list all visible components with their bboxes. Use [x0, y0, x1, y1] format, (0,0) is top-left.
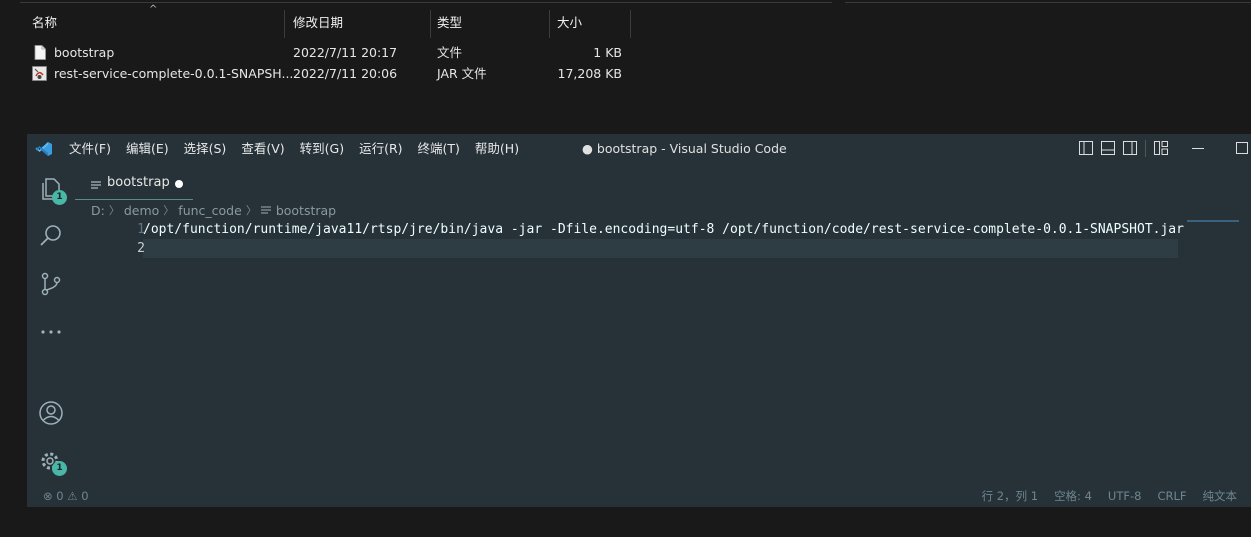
problems-status[interactable]: ⊗ 0 ⚠ 0 [43, 485, 89, 507]
minimize-icon[interactable] [1191, 141, 1205, 155]
plaintext-file-icon [260, 206, 271, 214]
search-activity[interactable] [38, 223, 64, 249]
file-icon [34, 45, 46, 60]
explorer-activity[interactable]: 1 [38, 176, 67, 205]
menu-edit[interactable]: 编辑(E) [126, 134, 177, 164]
plaintext-file-icon [91, 181, 101, 189]
window-title: ● bootstrap - Visual Studio Code [582, 141, 787, 156]
chevron-right-icon: 〉 [108, 204, 120, 217]
file-type: 文件 [437, 45, 463, 60]
column-header-type[interactable]: 类型 [431, 8, 549, 38]
manage-activity[interactable]: 1 [38, 449, 67, 476]
breadcrumb-drive[interactable]: D: [91, 203, 105, 218]
more-icon [41, 330, 61, 334]
jar-file-icon [32, 66, 47, 81]
column-separator[interactable] [549, 10, 550, 38]
menu-run[interactable]: 运行(R) [359, 134, 410, 164]
menu-bar: 文件(F) 编辑(E) 选择(S) 查看(V) 转到(G) 运行(R) 终端(T… [69, 134, 534, 164]
column-header-size[interactable]: 大小 [551, 8, 631, 38]
current-line-highlight [143, 239, 1178, 258]
line-number: 2 [137, 241, 145, 256]
source-control-activity[interactable] [38, 271, 64, 297]
column-separator[interactable] [284, 10, 285, 38]
explorer-divider [20, 0, 832, 3]
accounts-activity[interactable] [38, 400, 64, 426]
breadcrumb: D: 〉 demo 〉 func_code 〉 bootstrap [91, 201, 336, 219]
toggle-panel-icon[interactable] [1101, 141, 1115, 155]
file-size: 1 KB [593, 45, 622, 60]
file-date: 2022/7/11 20:06 [293, 66, 398, 81]
activity-bar: 1 1 [27, 164, 75, 487]
cursor-position-status[interactable]: 行 2，列 1 [982, 485, 1038, 507]
unsaved-dot-icon[interactable] [175, 180, 183, 188]
maximize-icon[interactable] [1235, 141, 1249, 155]
breadcrumb-func-code[interactable]: func_code [178, 203, 242, 218]
line-number: 1 [137, 222, 145, 237]
status-bar: ⊗ 0 ⚠ 0 行 2，列 1 空格: 4 UTF-8 CRLF 纯文本 [27, 485, 1251, 507]
language-mode-status[interactable]: 纯文本 [1203, 485, 1238, 507]
menu-view[interactable]: 查看(V) [241, 134, 292, 164]
indentation-status[interactable]: 空格: 4 [1054, 485, 1092, 507]
file-row-bootstrap[interactable]: bootstrap 2022/7/11 20:17 文件 1 KB [30, 43, 630, 63]
customize-layout-icon[interactable] [1154, 141, 1168, 155]
settings-badge: 1 [52, 461, 67, 476]
toggle-secondary-sidebar-icon[interactable] [1123, 141, 1137, 155]
menu-help[interactable]: 帮助(H) [475, 134, 527, 164]
file-size: 17,208 KB [557, 66, 622, 81]
vscode-logo-icon [35, 142, 52, 156]
file-name: bootstrap [54, 45, 115, 60]
toggle-sidebar-icon[interactable] [1079, 141, 1093, 155]
menu-selection[interactable]: 选择(S) [184, 134, 235, 164]
vscode-window: 文件(F) 编辑(E) 选择(S) 查看(V) 转到(G) 运行(R) 终端(T… [27, 134, 1251, 507]
file-row-jar[interactable]: rest-service-complete-0.0.1-SNAPSH... 20… [30, 64, 630, 84]
breadcrumb-file[interactable]: bootstrap [276, 203, 336, 218]
account-icon [39, 401, 63, 425]
explorer-badge: 1 [52, 190, 67, 205]
source-control-icon [41, 272, 61, 296]
chevron-right-icon: 〉 [163, 204, 175, 217]
chevron-right-icon: 〉 [245, 204, 257, 217]
menu-file[interactable]: 文件(F) [69, 134, 119, 164]
title-bar[interactable]: 文件(F) 编辑(E) 选择(S) 查看(V) 转到(G) 运行(R) 终端(T… [27, 134, 1251, 164]
menu-go[interactable]: 转到(G) [300, 134, 352, 164]
menu-terminal[interactable]: 终端(T) [418, 134, 468, 164]
minimap[interactable] [1187, 220, 1239, 222]
file-name: rest-service-complete-0.0.1-SNAPSH... [54, 66, 294, 81]
code-editor[interactable]: 1 /opt/function/runtime/java11/rtsp/jre/… [75, 220, 1251, 480]
file-type: JAR 文件 [437, 66, 487, 81]
eol-status[interactable]: CRLF [1157, 485, 1186, 507]
file-date: 2022/7/11 20:17 [293, 45, 398, 60]
more-activity[interactable] [38, 319, 64, 345]
titlebar-separator [1145, 140, 1146, 157]
breadcrumb-demo[interactable]: demo [124, 203, 159, 218]
column-header-name[interactable]: 名称 [26, 8, 284, 38]
editor-tab-bar: bootstrap [75, 164, 1251, 200]
encoding-status[interactable]: UTF-8 [1108, 485, 1142, 507]
column-header-date[interactable]: 修改日期 [287, 8, 430, 38]
search-icon [40, 225, 61, 246]
tab-label: bootstrap [107, 175, 170, 190]
explorer-divider [845, 0, 1251, 3]
code-line[interactable]: /opt/function/runtime/java11/rtsp/jre/bi… [143, 220, 1184, 239]
tab-bootstrap[interactable]: bootstrap [75, 170, 193, 200]
column-separator[interactable] [630, 10, 631, 38]
